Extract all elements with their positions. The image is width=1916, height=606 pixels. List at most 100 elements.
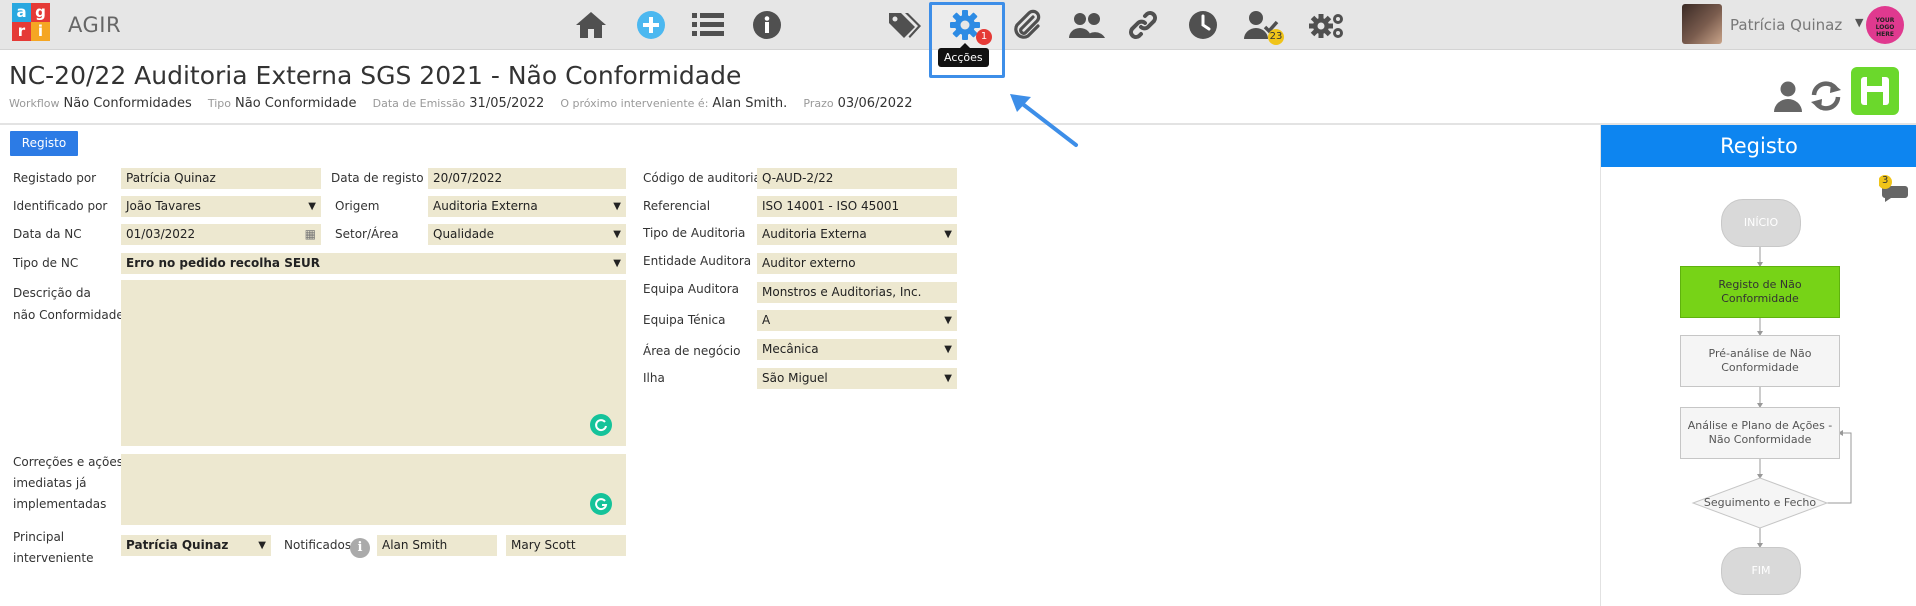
actions-badge: 1 [976, 29, 992, 45]
correcoes-textarea[interactable] [121, 454, 626, 525]
chevron-down-icon: ▼ [258, 540, 266, 551]
top-navigation-bar: a g r i AGIR 1 Acções 23 Patrícia Quinaz… [0, 0, 1916, 78]
clock-icon[interactable] [1185, 8, 1221, 42]
meta-interveniente-label: O próximo interveniente é: [560, 97, 709, 110]
equipa-auditora-label: Equipa Auditora [643, 282, 740, 296]
referencial-field[interactable]: ISO 14001 - ISO 45001 [757, 196, 957, 217]
setor-select[interactable]: Qualidade ▼ [428, 224, 626, 245]
tipo-nc-select[interactable]: Erro no pedido recolha SEUR ▼ [121, 253, 626, 274]
setor-label: Setor/Área [335, 227, 399, 241]
workflow-start-node[interactable]: INÍCIO [1721, 199, 1801, 247]
registado-por-field: Patrícia Quinaz [121, 168, 321, 189]
identificado-por-select[interactable]: João Tavares ▼ [121, 196, 321, 217]
chevron-down-icon: ▼ [613, 258, 621, 269]
tipo-auditoria-select[interactable]: Auditoria Externa ▼ [757, 224, 957, 245]
user-name[interactable]: Patrícia Quinaz [1730, 16, 1842, 34]
tipo-auditoria-value: Auditoria Externa [762, 227, 867, 241]
notificado-chip[interactable]: Mary Scott [506, 535, 626, 556]
user-avatar[interactable] [1682, 4, 1722, 44]
chevron-down-icon: ▼ [944, 373, 952, 384]
document-meta: Workflow Não Conformidades Tipo Não Confor… [9, 96, 925, 111]
calendar-icon[interactable]: ▦ [305, 224, 316, 245]
identificado-por-value: João Tavares [126, 199, 201, 213]
tab-registo[interactable]: Registo [10, 131, 78, 156]
area-negocio-select[interactable]: Mecânica ▼ [757, 339, 957, 360]
app-name: AGIR [68, 13, 122, 37]
page-title: NC-20/22 Auditoria Externa SGS 2021 - Nã… [9, 61, 742, 90]
data-registo-field: 20/07/2022 [428, 168, 626, 189]
data-nc-value: 01/03/2022 [126, 227, 196, 241]
workflow-step-pre-analise[interactable]: Pré-análise de Não Conformidade [1680, 335, 1840, 387]
chevron-down-icon[interactable]: ▼ [1855, 16, 1863, 29]
meta-emissao-value: 31/05/2022 [469, 96, 545, 111]
workflow-step-analise[interactable]: Análise e Plano de Ações - Não Conformid… [1680, 407, 1840, 459]
data-nc-label: Data da NC [13, 227, 82, 241]
identificado-por-label: Identificado por [13, 199, 108, 213]
chevron-down-icon: ▼ [308, 201, 316, 212]
descricao-label-2: não Conformidade [13, 308, 124, 322]
principal-interveniente-select[interactable]: Patrícia Quinaz ▼ [121, 535, 271, 556]
workflow-end-node[interactable]: FIM [1721, 547, 1801, 595]
grammarly-icon[interactable] [590, 414, 612, 436]
principal-value: Patrícia Quinaz [126, 538, 229, 552]
meta-workflow-value: Não Conformidades [63, 96, 192, 111]
meta-emissao-label: Data de Emissão [372, 97, 466, 110]
tags-icon[interactable] [886, 8, 922, 42]
actions-tooltip: Acções [938, 43, 989, 67]
equipa-tecnica-label: Equipa Ténica [643, 313, 726, 327]
assign-user-icon[interactable] [1773, 80, 1803, 116]
equipa-tecnica-value: A [762, 313, 771, 327]
workflow-step-seguimento[interactable]: Seguimento e Fecho [1693, 493, 1827, 513]
chevron-down-icon: ▼ [944, 315, 952, 326]
annotation-arrow-icon [1000, 85, 1080, 159]
correcoes-label-1: Correções e ações [13, 455, 124, 469]
add-icon[interactable] [633, 8, 669, 42]
descricao-label-1: Descrição da [13, 286, 91, 300]
grammarly-icon[interactable] [590, 493, 612, 515]
equipa-auditora-field[interactable]: Monstros e Auditorias, Inc. [757, 282, 957, 303]
notificados-label: Notificados [284, 538, 352, 552]
settings-icon[interactable] [1307, 8, 1347, 42]
users-icon[interactable] [1066, 8, 1108, 42]
referencial-label: Referencial [643, 199, 711, 213]
meta-prazo-label: Prazo [803, 97, 834, 110]
home-icon[interactable] [573, 8, 609, 42]
chevron-down-icon: ▼ [613, 201, 621, 212]
registado-por-label: Registado por [13, 171, 97, 185]
meta-workflow-label: Workflow [9, 97, 60, 110]
ilha-label: Ilha [643, 371, 665, 385]
chevron-down-icon: ▼ [944, 344, 952, 355]
meta-prazo-value: 03/06/2022 [837, 96, 913, 111]
descricao-textarea[interactable] [121, 280, 626, 446]
list-icon[interactable] [690, 8, 726, 42]
equipa-tecnica-select[interactable]: A ▼ [757, 310, 957, 331]
refresh-icon[interactable] [1809, 80, 1843, 116]
meta-interveniente-value: Alan Smith. [712, 96, 788, 111]
principal-label-2: interveniente [13, 551, 94, 565]
meta-tipo-value: Não Conformidade [235, 96, 357, 111]
tipo-nc-value: Erro no pedido recolha SEUR [126, 256, 321, 270]
workflow-panel: Registo 3 INÍCIO Registo de Não Conformi… [1600, 125, 1916, 606]
info-icon[interactable]: i [350, 538, 370, 558]
company-logo: YOUR LOGO HERE [1866, 6, 1904, 44]
save-button[interactable] [1851, 67, 1899, 115]
data-nc-datepicker[interactable]: 01/03/2022 ▦ [121, 224, 321, 245]
entidade-auditora-label: Entidade Auditora [643, 254, 752, 268]
origem-value: Auditoria Externa [433, 199, 538, 213]
attachment-icon[interactable] [1009, 8, 1045, 42]
area-negocio-label: Área de negócio [643, 344, 741, 358]
notificado-chip[interactable]: Alan Smith [377, 535, 497, 556]
link-icon[interactable] [1125, 8, 1161, 42]
tipo-auditoria-label: Tipo de Auditoria [643, 226, 746, 240]
area-negocio-value: Mecânica [762, 342, 819, 356]
meta-tipo-label: Tipo [207, 97, 232, 110]
setor-value: Qualidade [433, 227, 495, 241]
info-icon[interactable] [749, 8, 785, 42]
origem-select[interactable]: Auditoria Externa ▼ [428, 196, 626, 217]
app-logo[interactable]: a g r i [12, 3, 58, 47]
ilha-select[interactable]: São Miguel ▼ [757, 368, 957, 389]
workflow-step-registo[interactable]: Registo de Não Conformidade [1680, 266, 1840, 318]
entidade-auditora-field[interactable]: Auditor externo [757, 253, 957, 274]
chevron-down-icon: ▼ [613, 229, 621, 240]
tipo-nc-label: Tipo de NC [13, 256, 79, 270]
